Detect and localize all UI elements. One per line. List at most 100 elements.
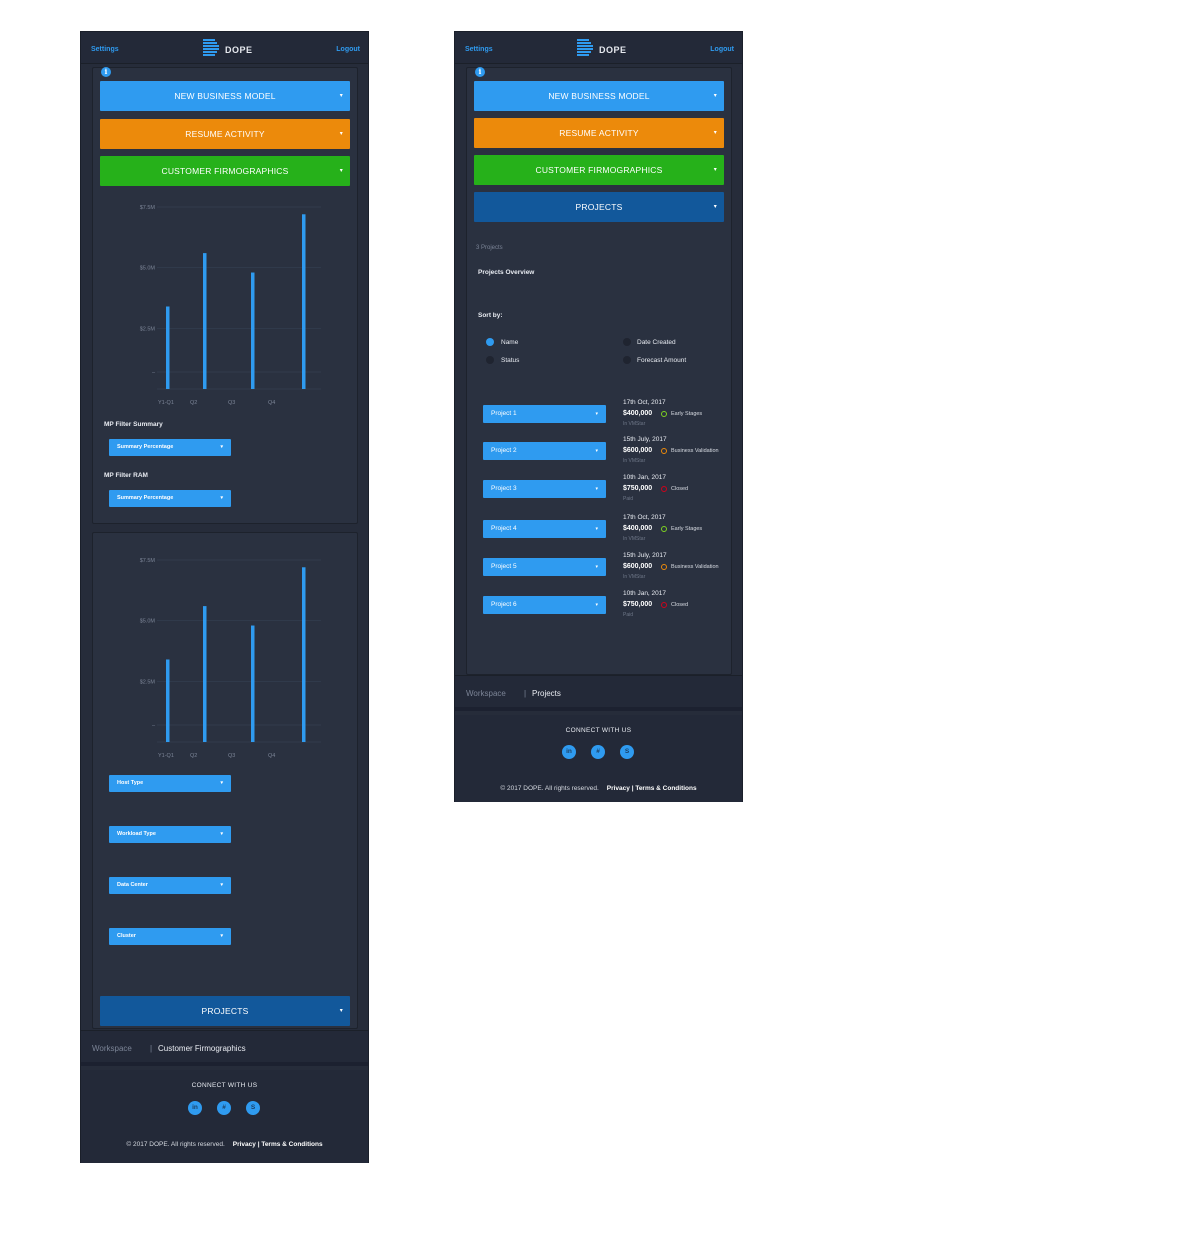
- workload-type-dropdown[interactable]: Workload Type ▾: [109, 826, 231, 843]
- status-ring-icon: [661, 486, 667, 492]
- project-stage: Business Validation: [671, 564, 719, 570]
- project-name: Project 6: [491, 601, 517, 608]
- slack-icon[interactable]: #: [591, 745, 605, 759]
- chevron-down-icon: ▾: [713, 130, 717, 136]
- status-ring-icon: [661, 564, 667, 570]
- breadcrumb-workspace[interactable]: Workspace: [92, 1044, 132, 1053]
- project-dropdown[interactable]: Project 3 ▾: [483, 480, 606, 498]
- project-dropdown[interactable]: Project 2 ▾: [483, 442, 606, 460]
- copyright-text: © 2017 DOPE. All rights reserved.: [126, 1141, 225, 1148]
- skype-icon[interactable]: S: [620, 745, 634, 759]
- project-stage: Closed: [671, 602, 689, 608]
- footer-copy: © 2017 DOPE. All rights reserved. Privacy…: [81, 1141, 368, 1148]
- linkedin-icon[interactable]: in: [562, 745, 576, 759]
- x-tick-label: Q2: [190, 753, 197, 759]
- x-tick-label: Q4: [268, 753, 275, 759]
- logo-wordmark: DOPE: [599, 45, 627, 55]
- footer-copy: © 2017 DOPE. All rights reserved. Privacy…: [455, 785, 742, 792]
- sort-date-radio[interactable]: [623, 338, 631, 346]
- y-tick-label: $7.5M: [140, 558, 156, 564]
- host-type-dropdown[interactable]: Host Type ▾: [109, 775, 231, 792]
- chevron-down-icon: ▾: [713, 167, 717, 173]
- project-stage: Business Validation: [671, 448, 719, 454]
- x-tick-label: Q3: [228, 753, 235, 759]
- customer-firmographics-label: CUSTOMER FIRMOGRAPHICS: [535, 165, 663, 175]
- x-tick-label: Y1-Q1: [158, 753, 174, 759]
- breadcrumb-current: Customer Firmographics: [158, 1044, 246, 1053]
- sort-forecast-radio[interactable]: [623, 356, 631, 364]
- chevron-down-icon: ▾: [595, 411, 598, 417]
- customer-firmographics-button[interactable]: CUSTOMER FIRMOGRAPHICS ▾: [474, 155, 724, 185]
- dope-logo[interactable]: DOPE: [577, 39, 627, 61]
- projects-label: PROJECTS: [575, 202, 623, 212]
- legal-links[interactable]: Privacy | Terms & Conditions: [233, 1141, 323, 1148]
- bar[interactable]: [166, 659, 170, 742]
- breadcrumb-workspace[interactable]: Workspace: [466, 689, 506, 698]
- project-sub: In VMStar: [623, 421, 646, 427]
- project-date: 10th Jan, 2017: [623, 590, 667, 597]
- breadcrumb: Workspace | Projects: [455, 675, 742, 711]
- connect-heading: CONNECT WITH US: [565, 727, 632, 734]
- project-sub: In VMStar: [623, 536, 646, 542]
- project-dropdown[interactable]: Project 4 ▾: [483, 520, 606, 538]
- connect-heading: CONNECT WITH US: [191, 1082, 258, 1089]
- project-dropdown[interactable]: Project 5 ▾: [483, 558, 606, 576]
- project-name: Project 4: [491, 525, 517, 532]
- bar-chart-svg: $7.5M $5.0M $2.5M – Y1-Q1 Q2 Q3 Q4: [140, 558, 321, 759]
- project-amount: $400,000: [623, 410, 653, 417]
- resume-activity-label: RESUME ACTIVITY: [559, 128, 639, 138]
- footer: CONNECT WITH US in # S © 2017 DOPE. All …: [81, 1070, 368, 1163]
- breadcrumb: Workspace | Customer Firmographics: [81, 1030, 368, 1066]
- bar[interactable]: [203, 606, 207, 742]
- data-center-dropdown[interactable]: Data Center ▾: [109, 877, 231, 894]
- linkedin-icon[interactable]: in: [188, 1101, 202, 1115]
- sort-name-label[interactable]: Name: [501, 339, 518, 346]
- sort-forecast-label[interactable]: Forecast Amount: [637, 357, 686, 364]
- sort-status-label[interactable]: Status: [501, 357, 519, 364]
- sort-date-label[interactable]: Date Created: [637, 339, 676, 346]
- project-sub: Paid: [623, 496, 634, 502]
- y-tick-label: $2.5M: [140, 679, 156, 685]
- project-name: Project 2: [491, 447, 517, 454]
- projects-button[interactable]: PROJECTS ▾: [474, 192, 724, 222]
- chevron-down-icon: ▾: [713, 93, 717, 99]
- new-business-model-label: NEW BUSINESS MODEL: [548, 91, 650, 101]
- project-name: Project 5: [491, 563, 517, 570]
- skype-icon[interactable]: S: [246, 1101, 260, 1115]
- chevron-down-icon: ▾: [220, 831, 223, 837]
- chevron-down-icon: ▾: [339, 1008, 343, 1014]
- bar[interactable]: [302, 567, 306, 742]
- info-icon[interactable]: i: [475, 67, 485, 77]
- chevron-down-icon: ▾: [595, 448, 598, 454]
- legal-links[interactable]: Privacy | Terms & Conditions: [607, 785, 697, 792]
- new-business-model-button[interactable]: NEW BUSINESS MODEL ▾: [474, 81, 724, 111]
- bar[interactable]: [251, 625, 255, 742]
- resume-activity-button[interactable]: RESUME ACTIVITY ▾: [474, 118, 724, 148]
- logout-link[interactable]: Logout: [710, 46, 734, 53]
- y-tick-label: –: [152, 723, 156, 729]
- project-amount: $750,000: [623, 485, 653, 492]
- settings-link[interactable]: Settings: [465, 46, 493, 53]
- sort-name-radio[interactable]: [486, 338, 494, 346]
- project-sub: Paid: [623, 612, 634, 618]
- cluster-dropdown[interactable]: Cluster ▾: [109, 928, 231, 945]
- project-date: 17th Oct, 2017: [623, 514, 666, 521]
- slack-icon[interactable]: #: [217, 1101, 231, 1115]
- chevron-down-icon: ▾: [220, 882, 223, 888]
- y-tick-label: $5.0M: [140, 619, 156, 625]
- project-dropdown[interactable]: Project 6 ▾: [483, 596, 606, 614]
- project-sub: In VMStar: [623, 574, 646, 580]
- projects-button[interactable]: PROJECTS ▾: [100, 996, 350, 1026]
- host-type-label: Host Type: [117, 780, 144, 786]
- top-bar: Settings DOPE Logout: [455, 32, 742, 64]
- logo-mark-icon: [577, 39, 593, 61]
- project-stage: Early Stages: [671, 526, 703, 532]
- breadcrumb-separator: |: [150, 1044, 153, 1053]
- project-date: 10th Jan, 2017: [623, 474, 667, 481]
- status-ring-icon: [661, 411, 667, 417]
- chevron-down-icon: ▾: [595, 564, 598, 570]
- sort-status-radio[interactable]: [486, 356, 494, 364]
- project-dropdown[interactable]: Project 1 ▾: [483, 405, 606, 423]
- data-center-label: Data Center: [117, 882, 148, 888]
- project-stage: Closed: [671, 486, 689, 492]
